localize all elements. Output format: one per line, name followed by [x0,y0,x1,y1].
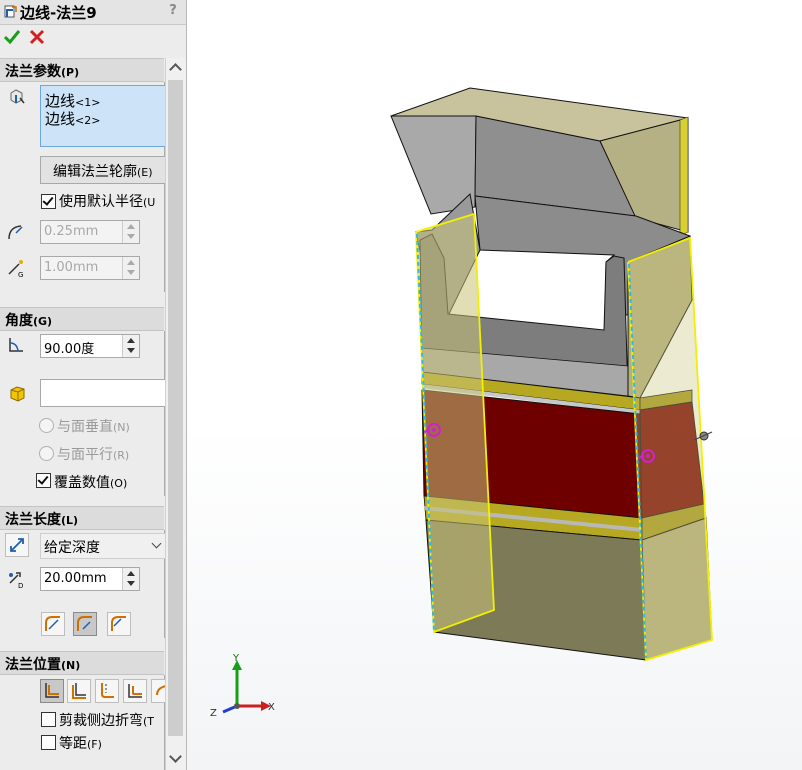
flange-params-key: (P) [61,66,80,79]
angle-spinner[interactable]: 90.00度 [40,334,140,358]
angle-value: 90.00度 [44,342,95,357]
edge-flange-icon [4,5,17,18]
graphics-area[interactable]: Y X Z [187,0,802,770]
edit-flange-profile-button[interactable]: 编辑法兰轮廓(E) [40,156,166,184]
offset-checkbox[interactable] [41,735,56,750]
edges-selection-list[interactable]: 边线<1> 边线<2> [40,85,166,147]
scroll-up-arrow[interactable] [169,63,182,76]
page-title: 边线-法兰9 [20,4,97,22]
flange-length-body: 给定深度 D 20.00mm [0,530,166,638]
use-default-radius-checkbox[interactable] [41,194,56,209]
virtual-sharp-icon[interactable] [123,679,147,703]
flange-params-header[interactable]: 法兰参数(P) [0,58,164,82]
flange-position-body: 剪裁侧边折弯(T 等距(F) [0,675,175,770]
material-inside-icon[interactable] [40,679,64,703]
use-default-radius-label: 使用默认半径(U [59,194,156,210]
angle-body: 90.00度 与面垂直(N) 与面平行(R) 覆盖数值(O) [0,331,166,496]
edge-item-2[interactable]: 边线<2> [45,108,100,129]
property-manager-title-bar: 边线-法兰9 ? [0,0,186,25]
flange-length-title: 法兰长度 [5,512,61,528]
triad-y-label: Y [232,653,240,664]
gap-value: 1.00mm [44,260,99,275]
end-condition-select[interactable]: 给定深度 [40,533,166,559]
gap-spinner[interactable]: 1.00mm [40,256,140,280]
angle-key: (G) [33,315,53,328]
scroll-down-arrow[interactable] [169,750,182,763]
property-manager-scrollbar[interactable] [165,58,186,770]
model-viewport[interactable] [187,0,802,770]
triad-z-label: Z [210,708,217,718]
edge-select-icon [10,89,25,104]
length-tangent-icon[interactable] [107,612,131,636]
flange-position-header[interactable]: 法兰位置(N) [0,651,164,675]
normal-to-face-label: 与面垂直(N) [57,419,130,435]
parallel-to-face-label: 与面平行(R) [57,447,130,463]
depth-icon: D [9,572,23,589]
triad-x-label: X [268,702,275,713]
flange-length-header[interactable]: 法兰长度(L) [0,506,164,530]
gap-icon: G [8,260,23,278]
trim-side-bends-label: 剪裁侧边折弯(T [59,713,155,729]
edit-profile-label: 编辑法兰轮廓 [53,164,137,180]
bend-outside-icon[interactable] [95,679,119,703]
angle-title: 角度 [5,313,33,329]
flange-position-key: (N) [61,659,81,672]
depth-arrows[interactable] [122,568,139,590]
lid-left-flap [390,115,477,215]
angle-arrows[interactable] [122,335,139,357]
angle-icon [9,338,23,352]
offset-label: 等距(F) [59,736,102,752]
angle-header[interactable]: 角度(G) [0,307,164,331]
scroll-thumb[interactable] [168,80,183,736]
chevron-down-icon [151,538,162,549]
bend-radius-spinner[interactable]: 0.25mm [40,220,140,244]
trim-side-bends-checkbox[interactable] [41,712,56,727]
confirm-check-icon[interactable] [3,28,21,46]
material-outside-icon[interactable] [67,679,91,703]
gap-arrows[interactable] [122,257,139,279]
help-button[interactable]: ? [166,3,180,19]
reverse-direction-icon[interactable] [5,533,29,557]
view-triad: Y X Z [210,653,275,718]
reference-face-input[interactable] [40,379,166,407]
parallel-to-face-radio[interactable] [39,446,54,461]
svg-text:G: G [18,271,23,278]
normal-to-face-radio[interactable] [39,418,54,433]
edit-profile-key: (E) [137,166,153,179]
flange-position-title: 法兰位置 [5,657,61,673]
flange-params-title: 法兰参数 [5,64,61,80]
end-condition-value: 给定深度 [44,540,100,556]
depth-spinner[interactable]: 20.00mm [40,567,140,591]
bend-radius-arrows[interactable] [122,221,139,243]
length-outer-icon[interactable] [41,612,65,636]
length-inner-icon[interactable] [73,612,97,636]
cancel-x-icon[interactable] [28,28,46,46]
depth-value: 20.00mm [44,571,107,586]
flange-params-body: 边线<1> 边线<2> 编辑法兰轮廓(E) 使用默认半径(U 0.25mm G … [0,82,166,292]
face-select-icon [10,386,25,402]
property-manager: 边线-法兰9 ? 法兰参数(P) 边线<1> 边线<2> 编辑法兰轮廓(E) 使… [0,0,187,770]
bend-radius-value: 0.25mm [44,224,99,239]
svg-text:D: D [18,582,23,589]
flange-preview-left [416,214,494,632]
override-value-label: 覆盖数值(O) [54,475,128,491]
override-value-checkbox[interactable] [36,473,51,488]
bend-radius-icon [8,225,23,240]
flange-length-key: (L) [61,514,79,527]
lid-hinge-strip [679,116,689,237]
